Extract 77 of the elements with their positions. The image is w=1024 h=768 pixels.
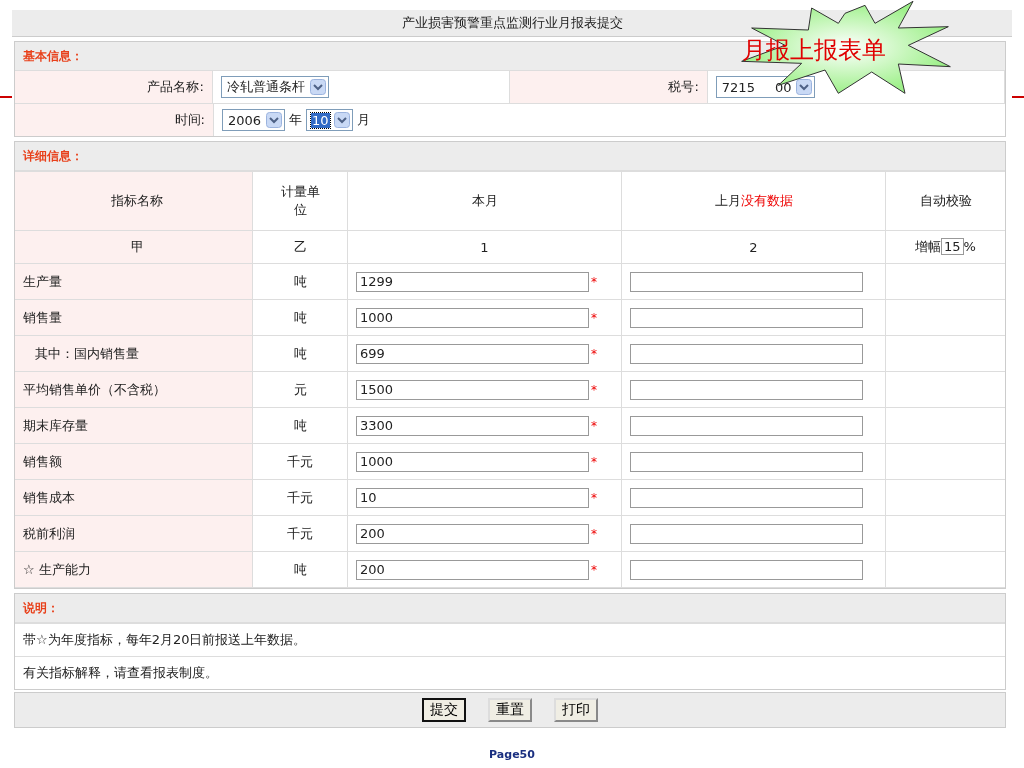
- indicator-name: 生产量: [23, 272, 62, 291]
- required-mark: *: [591, 346, 597, 361]
- form-button[interactable]: 提交: [422, 698, 466, 722]
- required-mark: *: [591, 382, 597, 397]
- value-input[interactable]: 1000: [356, 307, 589, 328]
- indicator-name: 销售成本: [23, 488, 75, 507]
- section-heading: 详细信息：: [15, 142, 1005, 171]
- note-text: 有关指标解释，请查看报表制度。: [15, 656, 1005, 689]
- page-number: Page50: [488, 748, 536, 761]
- decor-line: [0, 96, 12, 98]
- column-header: 指标名称: [111, 193, 163, 208]
- value-input[interactable]: 1500: [356, 379, 589, 400]
- value-input[interactable]: 699: [356, 343, 589, 364]
- value-input[interactable]: [630, 415, 863, 436]
- value-input[interactable]: [630, 451, 863, 472]
- column-header: 上月 没有数据: [714, 193, 793, 208]
- section-heading: 说明：: [15, 594, 1005, 623]
- value-input[interactable]: [630, 559, 863, 580]
- unit-label: 吨: [293, 309, 307, 325]
- column-header: 自动校验: [919, 193, 972, 208]
- month-select[interactable]: 10: [306, 109, 353, 131]
- unit-label: 千元: [287, 489, 313, 505]
- note-text: 带☆为年度指标，每年2月20日前报送上年数据。: [15, 623, 1005, 656]
- callout-text: 月报上报表单: [742, 35, 886, 66]
- value-input[interactable]: 200: [356, 559, 589, 580]
- value-input[interactable]: [630, 379, 863, 400]
- column-header: 本月: [471, 193, 498, 208]
- value-input[interactable]: 10: [356, 487, 589, 508]
- required-mark: *: [591, 418, 597, 433]
- required-mark: *: [591, 274, 597, 289]
- check-label: 增幅: [915, 239, 942, 254]
- unit-label: 年: [289, 111, 303, 129]
- field-label: 时间:: [15, 104, 214, 136]
- column-header: 计量单位: [280, 183, 320, 219]
- product-select[interactable]: 冷轧普通条杆: [220, 76, 329, 98]
- tax-select[interactable]: 7215 00: [715, 76, 816, 98]
- required-mark: *: [591, 310, 597, 325]
- percent-sign: %: [963, 239, 976, 254]
- indicator-name: 平均销售单价（不含税）: [23, 380, 166, 399]
- index-label: 1: [480, 239, 489, 255]
- value-input[interactable]: 3300: [356, 415, 589, 436]
- required-mark: *: [591, 526, 597, 541]
- unit-label: 元: [293, 381, 307, 397]
- index-label: 乙: [293, 239, 307, 254]
- unit-label: 千元: [287, 525, 313, 541]
- unit-label: 吨: [293, 345, 307, 361]
- index-label: 2: [749, 239, 758, 255]
- index-label: 甲: [130, 239, 144, 254]
- unit-label: 吨: [293, 417, 307, 433]
- value-input[interactable]: [630, 343, 863, 364]
- form-button[interactable]: 打印: [554, 698, 598, 722]
- form-button[interactable]: 重置: [488, 698, 532, 722]
- field-label: 税号:: [510, 71, 708, 103]
- unit-label: 吨: [293, 561, 307, 577]
- year-select[interactable]: 2006: [222, 109, 286, 131]
- value-input[interactable]: 200: [356, 523, 589, 544]
- indicator-name: 其中：国内销售量: [34, 344, 139, 363]
- decor-line: [1012, 96, 1024, 98]
- value-input[interactable]: [630, 523, 863, 544]
- indicator-name: 销售量: [23, 308, 62, 327]
- indicator-name: 销售额: [23, 452, 62, 471]
- indicator-name: ☆ 生产能力: [23, 560, 91, 579]
- required-mark: *: [591, 454, 597, 469]
- required-mark: *: [591, 490, 597, 505]
- field-label: 产品名称:: [15, 71, 213, 103]
- value-input[interactable]: 1000: [356, 451, 589, 472]
- unit-label: 千元: [287, 453, 313, 469]
- percent-input[interactable]: 15: [941, 238, 964, 255]
- indicator-name: 期末库存量: [23, 416, 88, 435]
- value-input[interactable]: 1299: [356, 271, 589, 292]
- indicator-name: 税前利润: [23, 524, 75, 543]
- required-mark: *: [591, 562, 597, 577]
- value-input[interactable]: [630, 271, 863, 292]
- value-input[interactable]: [630, 487, 863, 508]
- unit-label: 吨: [293, 273, 307, 289]
- unit-label: 月: [356, 111, 370, 129]
- value-input[interactable]: [630, 307, 863, 328]
